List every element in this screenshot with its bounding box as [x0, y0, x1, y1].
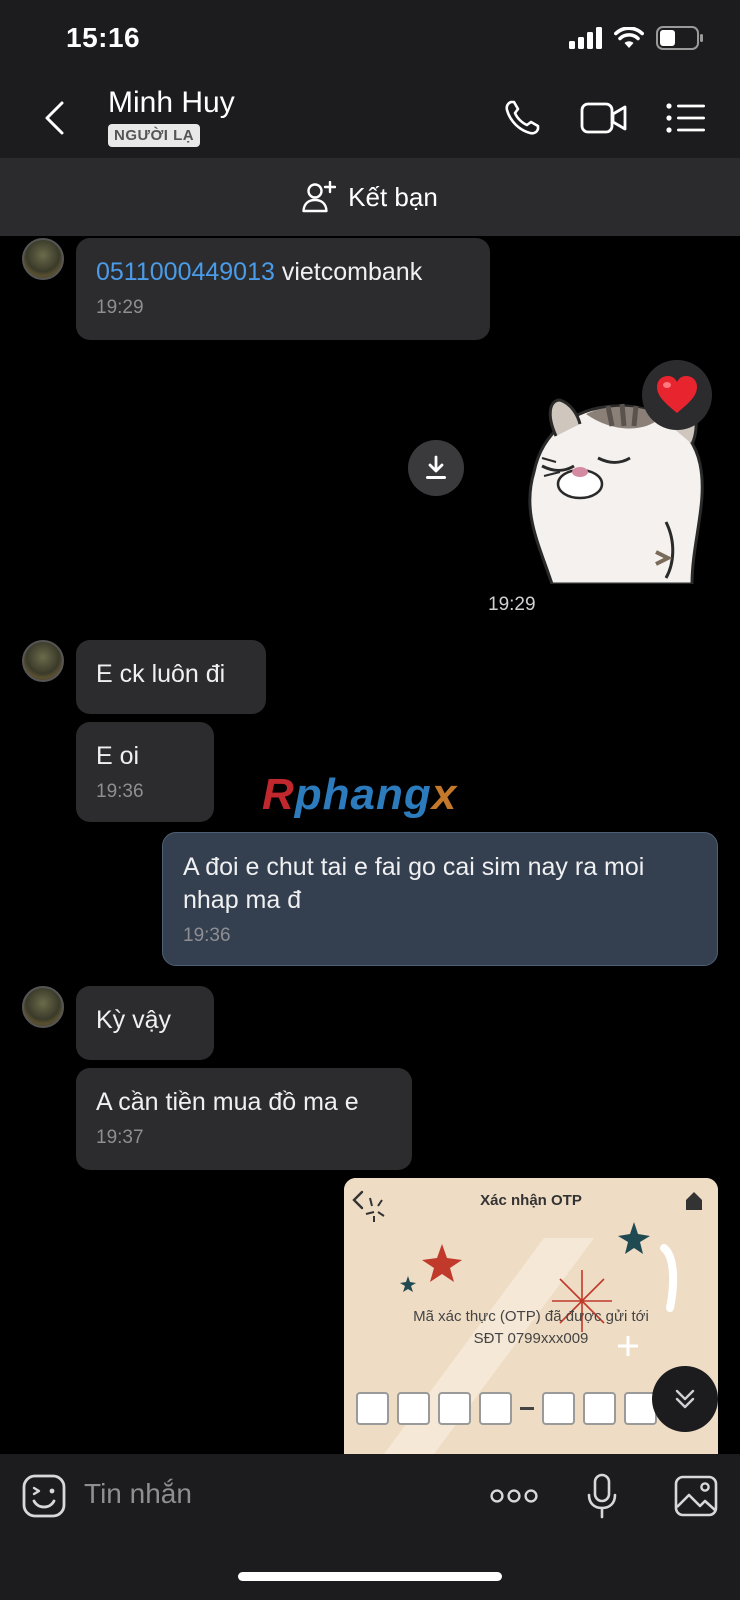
- more-dots-icon: [490, 1489, 538, 1503]
- list-menu-icon: [666, 103, 705, 133]
- status-time: 15:16: [66, 22, 141, 53]
- otp-box: [479, 1392, 512, 1425]
- my-message-bubble[interactable]: A đoi e chut tai e fai go cai sim nay ra…: [162, 832, 718, 966]
- otp-box: [356, 1392, 389, 1425]
- otp-input-boxes: [356, 1392, 657, 1425]
- video-call-button[interactable]: [578, 92, 630, 144]
- status-bar: 15:16: [0, 0, 740, 78]
- message-bubble[interactable]: A cần tiền mua đồ ma e 19:37: [76, 1068, 412, 1170]
- bank-name: vietcombank: [274, 258, 423, 286]
- message-time: 19:37: [96, 1127, 144, 1148]
- message-time: 19:29: [488, 594, 536, 615]
- message-bubble[interactable]: E ck luôn đi: [76, 640, 266, 714]
- message-time: 19:29: [96, 297, 144, 318]
- back-button[interactable]: [30, 92, 78, 144]
- otp-box: [397, 1392, 430, 1425]
- message-text: A cần tiền mua đồ ma e: [96, 1088, 359, 1116]
- otp-title: Xác nhận OTP: [480, 1192, 582, 1209]
- watermark: Rphangx: [262, 770, 458, 819]
- avatar[interactable]: [22, 640, 64, 682]
- image-icon: [674, 1475, 718, 1517]
- home-indicator[interactable]: [238, 1572, 502, 1581]
- message-input[interactable]: Tin nhắn: [84, 1478, 192, 1510]
- account-number-link[interactable]: 0511000449013: [96, 258, 275, 286]
- add-person-icon: [302, 181, 337, 213]
- status-icons: [568, 26, 704, 50]
- double-chevron-down-icon: [675, 1389, 695, 1409]
- message-text: 0511000449013 vietcombank: [96, 256, 470, 289]
- voice-call-button[interactable]: [496, 92, 548, 144]
- message-time: 19:36: [96, 781, 144, 802]
- chat-header: Minh Huy NGƯỜI LẠ: [0, 78, 740, 158]
- add-friend-button[interactable]: Kết bạn: [0, 158, 740, 236]
- battery-icon: [656, 26, 703, 50]
- otp-dash: [520, 1407, 534, 1410]
- otp-box: [583, 1392, 616, 1425]
- phone-icon: [505, 100, 540, 135]
- heart-icon: [657, 376, 697, 413]
- options-menu-button[interactable]: [660, 92, 712, 144]
- scroll-to-bottom-button[interactable]: [652, 1366, 718, 1432]
- message-text: Kỳ vậy: [96, 1006, 172, 1034]
- otp-message: Mã xác thực (OTP) đã được gửi tới SĐT 07…: [413, 1308, 649, 1347]
- download-button[interactable]: [408, 440, 464, 496]
- microphone-icon: [587, 1473, 617, 1519]
- signal-icon: [569, 27, 602, 49]
- otp-box: [438, 1392, 471, 1425]
- message-time: 19:36: [183, 925, 231, 946]
- avatar[interactable]: [22, 238, 64, 280]
- reaction-badge[interactable]: [642, 360, 712, 430]
- download-icon: [426, 455, 446, 479]
- message-text: E ck luôn đi: [96, 660, 226, 688]
- chevron-left-icon: [45, 101, 64, 135]
- wifi-icon: [614, 27, 644, 48]
- emoji-icon: [22, 1474, 66, 1518]
- stranger-badge: NGƯỜI LẠ: [108, 124, 201, 147]
- add-friend-label: Kết bạn: [348, 181, 438, 212]
- video-camera-icon: [580, 102, 627, 134]
- sticker-button[interactable]: [18, 1470, 70, 1522]
- avatar[interactable]: [22, 986, 64, 1028]
- message-bubble[interactable]: Kỳ vậy: [76, 986, 214, 1060]
- photo-picker-button[interactable]: [670, 1470, 722, 1522]
- contact-name[interactable]: Minh Huy: [108, 86, 235, 120]
- more-options-button[interactable]: [488, 1470, 540, 1522]
- message-text: E oi: [96, 742, 140, 770]
- message-bubble[interactable]: 0511000449013 vietcombank 19:29: [76, 238, 490, 340]
- message-text: A đoi e chut tai e fai go cai sim nay ra…: [183, 853, 645, 914]
- voice-message-button[interactable]: [576, 1470, 628, 1522]
- otp-box: [542, 1392, 575, 1425]
- message-bubble[interactable]: E oi 19:36: [76, 722, 214, 822]
- message-input-bar: Tin nhắn: [0, 1454, 740, 1600]
